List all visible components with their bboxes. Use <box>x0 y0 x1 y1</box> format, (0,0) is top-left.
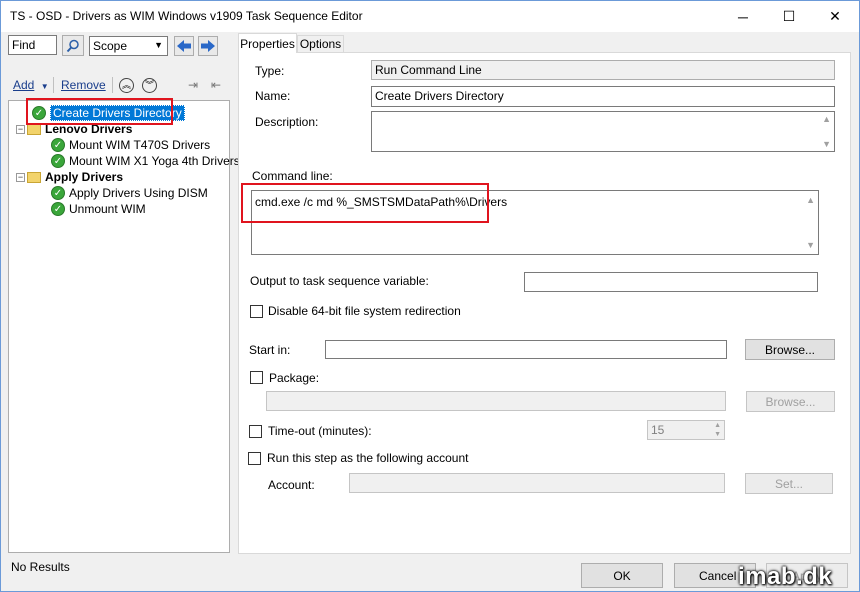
window-title: TS - OSD - Drivers as WIM Windows v1909 … <box>10 9 363 23</box>
timeout-stepper: 15 ▲ ▼ <box>647 420 725 440</box>
tree-group-label: Apply Drivers <box>45 170 124 184</box>
collapse-icon[interactable]: − <box>16 124 25 134</box>
find-input-text: Find <box>12 38 36 52</box>
outdent-icon[interactable]: ⇤ <box>211 78 225 93</box>
package-label: Package: <box>269 371 320 385</box>
package-field <box>266 391 726 411</box>
minimize-icon: ─ <box>738 8 748 25</box>
chevron-down-icon: ▼ <box>154 40 163 50</box>
scroll-up-icon[interactable]: ▲ <box>822 114 831 124</box>
highlight-box-tree <box>26 98 173 125</box>
account-field <box>349 473 725 493</box>
search-icon <box>66 39 79 52</box>
tree-item-mount-wim-t470s[interactable]: ✓ Mount WIM T470S Drivers <box>51 137 210 153</box>
type-field: Run Command Line <box>371 60 835 80</box>
close-button[interactable]: ✕ <box>812 1 858 32</box>
type-value: Run Command Line <box>375 63 482 77</box>
task-sequence-editor-window: TS - OSD - Drivers as WIM Windows v1909 … <box>0 0 860 592</box>
name-value: Create Drivers Directory <box>375 89 504 103</box>
title-bar: TS - OSD - Drivers as WIM Windows v1909 … <box>1 1 859 32</box>
name-field[interactable]: Create Drivers Directory <box>371 86 835 107</box>
output-variable-label: Output to task sequence variable: <box>250 274 429 288</box>
start-in-label: Start in: <box>249 343 291 357</box>
find-input[interactable]: Find <box>8 35 57 55</box>
description-field[interactable]: ▲ ▼ <box>371 111 835 152</box>
collapse-icon[interactable]: − <box>16 172 25 182</box>
tree-item-label: Mount WIM T470S Drivers <box>69 138 211 152</box>
command-line-label: Command line: <box>252 169 333 183</box>
find-button[interactable] <box>62 35 84 56</box>
move-down-icon[interactable]: ︾ <box>142 78 157 93</box>
success-check-icon: ✓ <box>51 186 65 200</box>
add-menu[interactable]: Add ▼ <box>13 78 49 92</box>
tree-item-mount-wim-x1-yoga[interactable]: ✓ Mount WIM X1 Yoga 4th Drivers <box>51 153 240 169</box>
ok-button[interactable]: OK <box>581 563 663 588</box>
success-check-icon: ✓ <box>51 154 65 168</box>
run-as-account-checkbox[interactable] <box>248 452 261 465</box>
add-label: Add <box>13 78 35 92</box>
package-checkbox[interactable] <box>250 371 263 384</box>
scroll-down-icon[interactable]: ▼ <box>806 240 815 250</box>
move-up-icon[interactable]: ︽ <box>119 78 134 93</box>
tree-group-apply-drivers[interactable]: − Apply Drivers <box>16 169 123 185</box>
stepper-down-icon: ▼ <box>714 431 721 438</box>
scope-dropdown[interactable]: Scope ▼ <box>89 36 168 56</box>
package-browse-button: Browse... <box>746 391 835 412</box>
success-check-icon: ✓ <box>51 138 65 152</box>
tree-item-unmount-wim[interactable]: ✓ Unmount WIM <box>51 201 146 217</box>
name-label: Name: <box>255 89 291 103</box>
output-variable-field[interactable] <box>524 272 818 292</box>
success-check-icon: ✓ <box>51 202 65 216</box>
disable-64bit-label: Disable 64-bit file system redirection <box>268 304 461 318</box>
stepper-up-icon: ▲ <box>714 422 721 429</box>
arrow-right-icon <box>201 40 215 52</box>
timeout-value: 15 <box>651 423 665 437</box>
account-label: Account: <box>268 478 315 492</box>
disable-64bit-checkbox[interactable] <box>250 305 263 318</box>
tree-item-label: Unmount WIM <box>69 202 146 216</box>
tree-item-label: Mount WIM X1 Yoga 4th Drivers <box>69 154 240 168</box>
start-in-field[interactable] <box>325 340 727 359</box>
folder-icon <box>27 123 41 135</box>
tree-item-label: Apply Drivers Using DISM <box>69 186 208 200</box>
maximize-button[interactable]: ☐ <box>766 1 812 32</box>
dropdown-arrow-icon: ▼ <box>40 82 49 91</box>
toolbar-divider-2 <box>112 77 113 93</box>
timeout-label: Time-out (minutes): <box>268 424 372 438</box>
tree-item-apply-drivers-dism[interactable]: ✓ Apply Drivers Using DISM <box>51 185 208 201</box>
highlight-box-command <box>241 183 489 223</box>
minimize-button[interactable]: ─ <box>720 1 766 32</box>
start-in-browse-button[interactable]: Browse... <box>745 339 835 360</box>
timeout-checkbox[interactable] <box>249 425 262 438</box>
type-label: Type: <box>255 64 285 78</box>
indent-icon[interactable]: ⇥ <box>188 78 202 93</box>
toolbar-divider <box>53 77 54 93</box>
task-sequence-tree[interactable]: ✓ Create Drivers Directory − Lenovo Driv… <box>8 100 240 553</box>
next-result-button[interactable] <box>198 36 218 56</box>
arrow-left-icon <box>177 40 191 52</box>
folder-icon <box>27 171 41 183</box>
tab-options[interactable]: Options <box>297 35 344 53</box>
watermark-text: imab.dk <box>738 563 833 590</box>
set-account-button: Set... <box>745 473 833 494</box>
remove-button[interactable]: Remove <box>61 78 106 92</box>
maximize-icon: ☐ <box>782 8 796 24</box>
previous-result-button[interactable] <box>174 36 194 56</box>
scroll-up-icon[interactable]: ▲ <box>806 195 815 205</box>
status-text: No Results <box>11 560 70 574</box>
scope-value: Scope <box>93 39 128 53</box>
tab-properties[interactable]: Properties <box>238 33 297 53</box>
scroll-down-icon[interactable]: ▼ <box>822 139 831 149</box>
description-label: Description: <box>255 115 319 129</box>
run-as-account-label: Run this step as the following account <box>267 451 469 465</box>
close-icon: ✕ <box>829 8 841 24</box>
